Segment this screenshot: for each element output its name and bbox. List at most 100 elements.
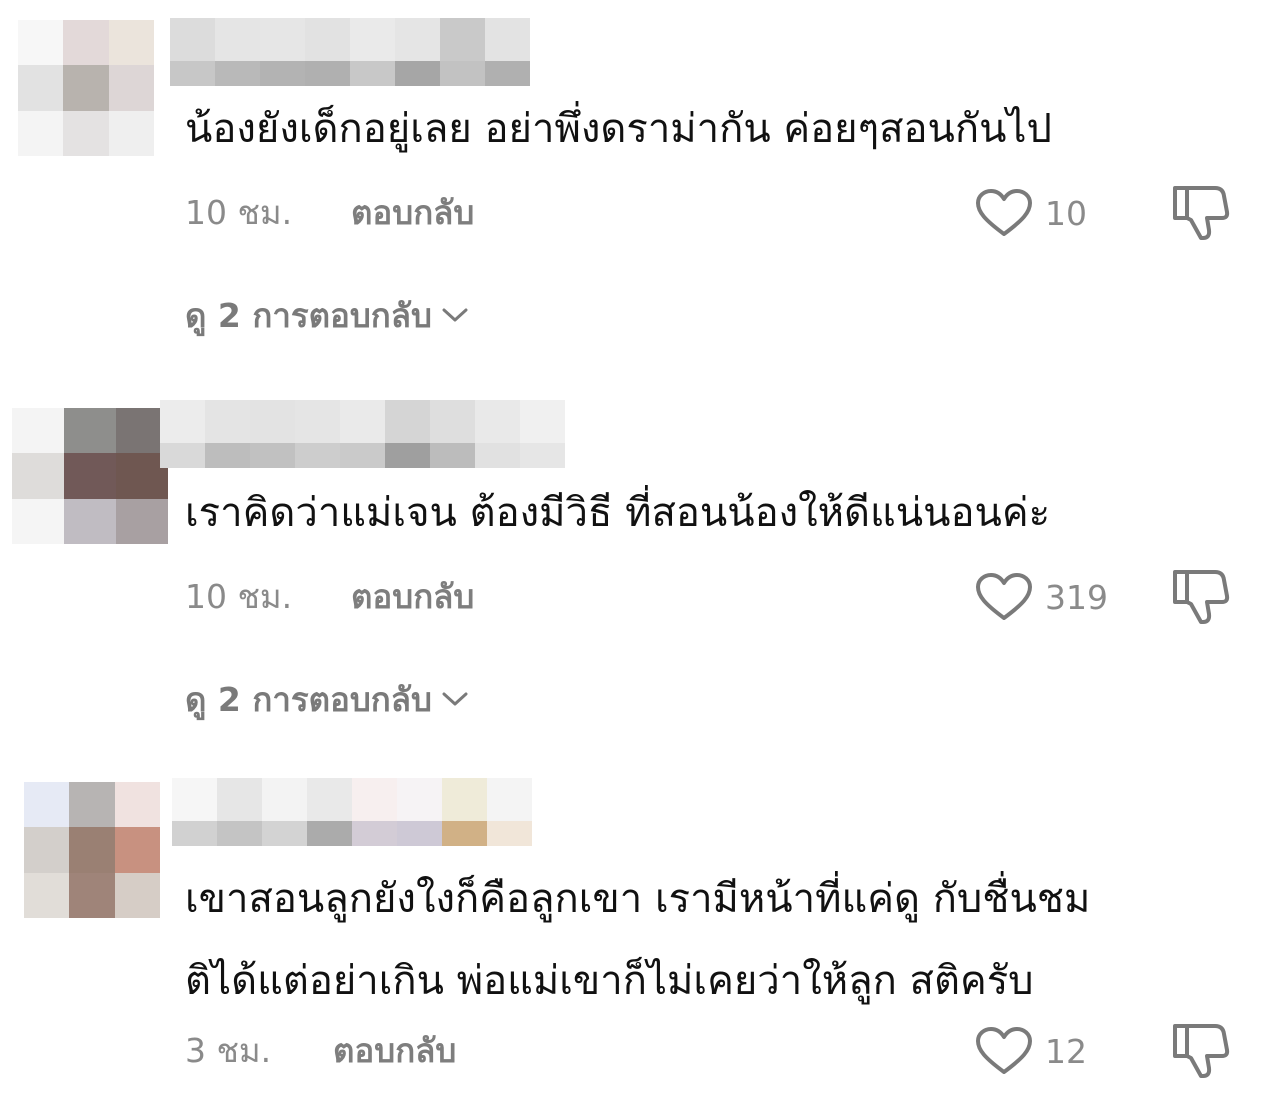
username-pixel bbox=[260, 18, 305, 61]
username-pixel bbox=[215, 18, 260, 61]
avatar-pixel bbox=[114, 872, 160, 918]
like-button[interactable]: 10 bbox=[975, 188, 1087, 238]
username-pixel bbox=[307, 820, 352, 846]
username-pixel bbox=[397, 778, 442, 821]
dislike-icon[interactable] bbox=[1171, 1020, 1231, 1080]
username-pixel bbox=[340, 400, 385, 443]
username-pixel bbox=[205, 400, 250, 443]
username-pixel bbox=[217, 778, 262, 821]
comment-meta: 3 ชม. ตอบกลับ 12 bbox=[185, 1024, 1245, 1078]
username-pixel bbox=[305, 18, 350, 61]
chevron-down-icon bbox=[442, 308, 468, 322]
username-pixel bbox=[217, 820, 262, 846]
username-pixel bbox=[520, 442, 565, 468]
username-pixel bbox=[352, 820, 397, 846]
like-button[interactable]: 12 bbox=[975, 1026, 1087, 1076]
username[interactable] bbox=[160, 400, 565, 468]
avatar-pixel bbox=[114, 827, 160, 873]
username-pixel bbox=[385, 442, 430, 468]
username-pixel bbox=[160, 400, 205, 443]
avatar-pixel bbox=[64, 453, 116, 499]
avatar-pixel bbox=[12, 408, 64, 454]
reply-button[interactable]: ตอบกลับ bbox=[333, 1026, 456, 1076]
username-pixel bbox=[305, 60, 350, 86]
chevron-down-icon bbox=[442, 692, 468, 706]
username-pixel bbox=[215, 60, 260, 86]
username-pixel bbox=[395, 18, 440, 61]
like-button[interactable]: 319 bbox=[975, 572, 1108, 622]
username-pixel bbox=[475, 442, 520, 468]
avatar-pixel bbox=[69, 782, 115, 828]
avatar[interactable] bbox=[18, 20, 154, 156]
username[interactable] bbox=[170, 18, 530, 86]
timestamp: 10 ชม. bbox=[185, 577, 293, 616]
avatar-pixel bbox=[116, 498, 168, 544]
reply-button[interactable]: ตอบกลับ bbox=[351, 188, 474, 238]
avatar-pixel bbox=[24, 782, 70, 828]
avatar-pixel bbox=[64, 408, 116, 454]
comment-meta: 10 ชม. ตอบกลับ 319 bbox=[185, 570, 1245, 624]
avatar-pixel bbox=[24, 827, 70, 873]
like-count: 10 bbox=[1045, 193, 1087, 233]
avatar-pixel bbox=[18, 110, 64, 156]
avatar-pixel bbox=[108, 20, 154, 66]
comment-text-line: เราคิดว่าแม่เจน ต้องมีวิธี ที่สอนน้องให้… bbox=[185, 490, 1051, 536]
avatar[interactable] bbox=[24, 782, 160, 918]
like-count: 319 bbox=[1045, 577, 1108, 617]
comment-text: เขาสอนลูกยังใงก็คือลูกเขา เรามีหน้าที่แค… bbox=[185, 858, 1265, 1022]
avatar-pixel bbox=[24, 872, 70, 918]
dislike-icon[interactable] bbox=[1171, 182, 1231, 242]
timestamp: 10 ชม. bbox=[185, 193, 293, 232]
avatar-pixel bbox=[12, 498, 64, 544]
username-pixel bbox=[430, 400, 475, 443]
username-pixel bbox=[170, 18, 215, 61]
dislike-icon[interactable] bbox=[1171, 566, 1231, 626]
username-pixel bbox=[487, 778, 532, 821]
username-pixel bbox=[250, 442, 295, 468]
avatar[interactable] bbox=[12, 408, 168, 544]
avatar-pixel bbox=[64, 498, 116, 544]
comment-text-line: น้องยังเด็กอยู่เลย อย่าพึ่งดราม่ากัน ค่อ… bbox=[185, 106, 1052, 152]
view-replies-label: ดู 2 การตอบกลับ bbox=[185, 679, 432, 719]
avatar-pixel bbox=[69, 827, 115, 873]
username-pixel bbox=[295, 442, 340, 468]
username-pixel bbox=[350, 60, 395, 86]
avatar-pixel bbox=[63, 20, 109, 66]
username-pixel bbox=[170, 60, 215, 86]
avatar-pixel bbox=[63, 65, 109, 111]
username-pixel bbox=[307, 778, 352, 821]
heart-icon bbox=[976, 189, 1032, 236]
comment-text: น้องยังเด็กอยู่เลย อย่าพึ่งดราม่ากัน ค่อ… bbox=[185, 88, 1265, 170]
comment-text-line: เขาสอนลูกยังใงก็คือลูกเขา เรามีหน้าที่แค… bbox=[185, 876, 1091, 922]
username-pixel bbox=[250, 400, 295, 443]
comment-3: เขาสอนลูกยังใงก็คือลูกเขา เรามีหน้าที่แค… bbox=[0, 760, 1280, 1117]
avatar-pixel bbox=[114, 782, 160, 828]
username-pixel bbox=[352, 778, 397, 821]
username-pixel bbox=[160, 442, 205, 468]
heart-icon bbox=[976, 573, 1032, 620]
reply-button[interactable]: ตอบกลับ bbox=[351, 572, 474, 622]
view-replies-button[interactable]: ดู 2 การตอบกลับ bbox=[185, 674, 468, 724]
avatar-pixel bbox=[12, 453, 64, 499]
username-pixel bbox=[397, 820, 442, 846]
username-pixel bbox=[295, 400, 340, 443]
avatar-pixel bbox=[18, 20, 64, 66]
username-pixel bbox=[440, 60, 485, 86]
username-pixel bbox=[475, 400, 520, 443]
username-pixel bbox=[485, 60, 530, 86]
username-pixel bbox=[385, 400, 430, 443]
comment-text-line: ติได้แต่อย่าเกิน พ่อแม่เขาก็ไม่เคยว่าให้… bbox=[185, 958, 1034, 1004]
avatar-pixel bbox=[63, 110, 109, 156]
username-pixel bbox=[172, 778, 217, 821]
username[interactable] bbox=[172, 778, 532, 846]
avatar-pixel bbox=[18, 65, 64, 111]
comment-text: เราคิดว่าแม่เจน ต้องมีวิธี ที่สอนน้องให้… bbox=[185, 472, 1265, 554]
like-count: 12 bbox=[1045, 1031, 1087, 1071]
username-pixel bbox=[350, 18, 395, 61]
username-pixel bbox=[395, 60, 440, 86]
username-pixel bbox=[440, 18, 485, 61]
view-replies-button[interactable]: ดู 2 การตอบกลับ bbox=[185, 290, 468, 340]
username-pixel bbox=[260, 60, 305, 86]
username-pixel bbox=[485, 18, 530, 61]
username-pixel bbox=[205, 442, 250, 468]
